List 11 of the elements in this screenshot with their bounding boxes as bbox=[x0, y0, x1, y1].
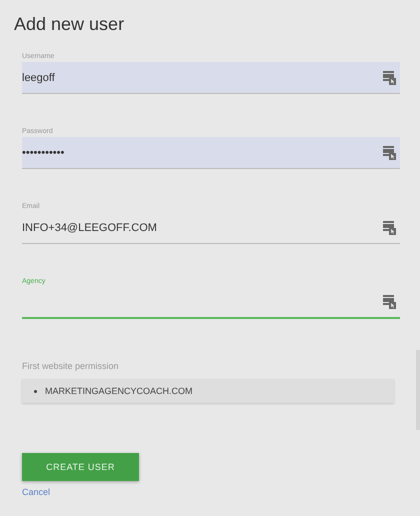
input-field[interactable]: INFO+34@LEEGOFF.COM bbox=[22, 212, 400, 244]
website-item: MARKETINGAGENCYCOACH.COM bbox=[45, 386, 193, 396]
permission-label: First website permission bbox=[22, 361, 120, 371]
dialog-title: Add new user bbox=[14, 14, 126, 35]
autofill-icon[interactable] bbox=[383, 146, 396, 160]
input-field[interactable]: ••••••••••• bbox=[22, 137, 400, 169]
autofill-icon[interactable] bbox=[383, 70, 396, 84]
autofill-icon[interactable] bbox=[383, 220, 396, 234]
input-field[interactable]: leegoff bbox=[22, 62, 400, 94]
autofill-icon[interactable] bbox=[383, 295, 396, 309]
bullet-icon bbox=[34, 390, 37, 392]
